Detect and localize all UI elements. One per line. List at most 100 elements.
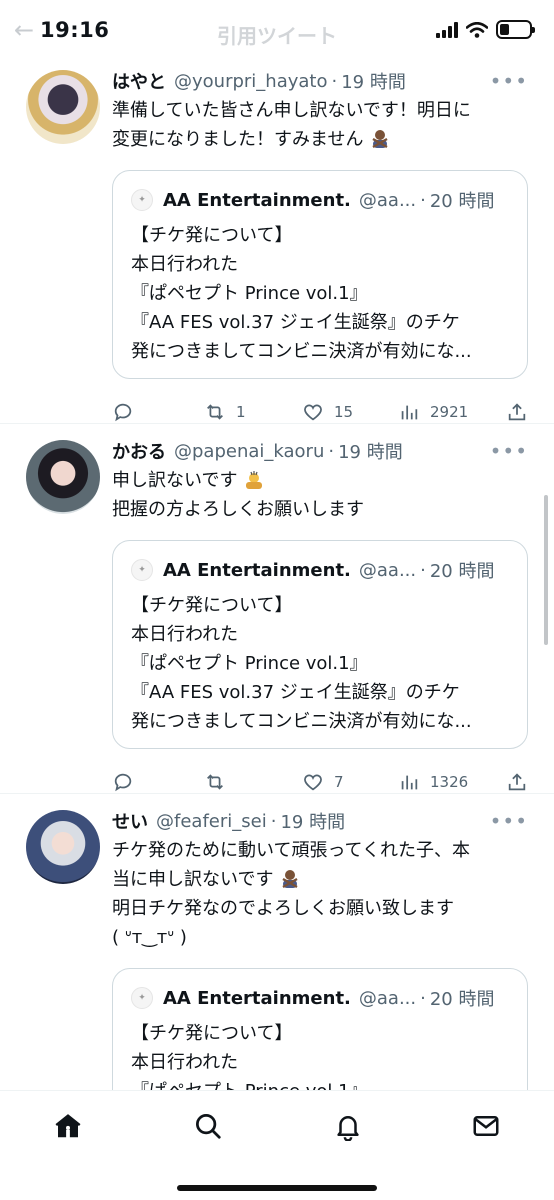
quoted-user-name: AA Entertainment. <box>163 559 351 581</box>
view-count: 2921 <box>430 403 469 421</box>
quoted-tweet[interactable]: ✦ AA Entertainment. @aa... · 20 時間 【チケ発に… <box>112 540 528 749</box>
heart-icon <box>304 404 322 421</box>
quote-tweet-feed[interactable]: はやと @yourpri_hayato · 19 時間 ••• 準備していた皆さ… <box>0 62 554 1090</box>
separator-dot: · <box>270 810 277 832</box>
like-button[interactable]: 15 <box>302 401 398 423</box>
wifi-icon <box>466 21 488 38</box>
separator-dot: · <box>331 70 338 92</box>
like-button[interactable]: 7 <box>302 771 398 793</box>
tweet-line: 明日チケ発なのでよろしくお願い致します <box>112 898 454 919</box>
retweet-icon <box>207 774 223 790</box>
more-icon[interactable]: ••• <box>490 69 528 93</box>
quoted-tweet[interactable]: ✦ AA Entertainment. @aa... · 20 時間 【チケ発に… <box>112 968 528 1090</box>
tab-search[interactable] <box>191 1109 225 1143</box>
tweet-text: 申し訳ないです 把握の方よろしくお願いします <box>112 466 532 524</box>
user-name[interactable]: はやと <box>112 68 166 94</box>
share-button[interactable] <box>506 401 528 423</box>
person-gesturing-no-emoji <box>282 870 298 889</box>
tweet[interactable]: せい @feaferi_sei · 19 時間 ••• チケ発のために動いて頑張… <box>0 794 554 1090</box>
more-icon[interactable]: ••• <box>490 809 528 833</box>
heart-icon <box>304 774 322 791</box>
share-icon <box>508 773 526 791</box>
retweet-icon <box>207 404 223 420</box>
avatar[interactable] <box>26 810 100 884</box>
messages-icon <box>473 1116 499 1136</box>
reply-icon <box>114 773 132 792</box>
tab-home[interactable] <box>51 1109 85 1143</box>
scrollbar[interactable] <box>544 495 548 645</box>
quoted-user-handle: @aa... <box>358 189 417 211</box>
quoted-line: 『AA FES vol.37 ジェイ生誕祭』のチケ <box>131 682 460 703</box>
tweet-text: 準備していた皆さん申し訳ないです！明日に 変更になりました！すみません <box>112 96 532 154</box>
quoted-line: 『ぱペセプト Prince vol.1』 <box>131 653 368 674</box>
quoted-line: 発につきましてコンビニ決済が有効にな... <box>131 341 472 362</box>
tab-messages[interactable] <box>469 1109 503 1143</box>
user-handle[interactable]: @feaferi_sei <box>156 811 267 832</box>
tweet-time[interactable]: 19 時間 <box>338 438 403 464</box>
views-icon <box>401 775 418 790</box>
quoted-tweet-text: 【チケ発について】 本日行われた 『ぱペセプト Prince vol.1』 『A… <box>131 221 509 366</box>
quoted-user-handle: @aa... <box>358 559 417 581</box>
reply-button[interactable] <box>112 771 204 793</box>
quoted-tweet-time: 20 時間 <box>429 191 495 212</box>
home-indicator <box>177 1185 377 1191</box>
account-logo-icon: ✦ <box>131 559 153 581</box>
reply-icon <box>114 403 132 422</box>
separator-dot: · <box>328 440 335 462</box>
quoted-line: 本日行われた <box>131 254 239 275</box>
retweet-count: 1 <box>236 403 246 421</box>
quoted-line: 【チケ発について】 <box>131 1023 293 1044</box>
quoted-tweet-text: 【チケ発について】 本日行われた 『ぱペセプト Prince vol.1』 『A… <box>131 591 509 736</box>
status-icons <box>436 20 535 39</box>
avatar[interactable] <box>26 440 100 514</box>
quoted-user-name: AA Entertainment. <box>163 987 351 1009</box>
views-icon <box>401 405 418 420</box>
tweet[interactable]: かおる @papenai_kaoru · 19 時間 ••• 申し訳ないです 把… <box>0 424 554 794</box>
like-count: 7 <box>334 773 344 791</box>
user-handle[interactable]: @yourpri_hayato <box>174 71 328 92</box>
account-logo-icon: ✦ <box>131 987 153 1009</box>
quoted-line: 『AA FES vol.37 ジェイ生誕祭』のチケ <box>131 312 460 333</box>
retweet-button[interactable] <box>204 771 302 793</box>
account-logo-icon: ✦ <box>131 189 153 211</box>
quoted-line: 【チケ発について】 <box>131 595 293 616</box>
person-gesturing-no-emoji <box>372 130 388 149</box>
signal-icon <box>436 21 458 38</box>
quoted-line: 【チケ発について】 <box>131 225 293 246</box>
tab-notifications[interactable] <box>331 1109 365 1143</box>
more-icon[interactable]: ••• <box>490 439 528 463</box>
reply-button[interactable] <box>112 401 204 423</box>
quoted-tweet-time: 20 時間 <box>429 989 495 1010</box>
bottom-tab-bar <box>0 1090 554 1200</box>
tweet-line: 申し訳ないです <box>112 470 238 491</box>
tweet-header: せい @feaferi_sei · 19 時間 ••• <box>112 806 532 836</box>
quoted-line: 『ぱペセプト Prince vol.1』 <box>131 1077 509 1090</box>
tweet-line: チケ発のために動いて頑張ってくれた子、本 <box>112 840 471 861</box>
user-name[interactable]: かおる <box>112 438 166 464</box>
search-icon <box>196 1114 221 1139</box>
share-icon <box>508 403 526 421</box>
tweet-line: 把握の方よろしくお願いします <box>112 499 364 520</box>
quoted-user-handle: @aa... <box>358 987 417 1009</box>
battery-icon <box>496 20 535 39</box>
tweet[interactable]: はやと @yourpri_hayato · 19 時間 ••• 準備していた皆さ… <box>0 62 554 424</box>
quoted-user-name: AA Entertainment. <box>163 189 351 211</box>
views-button[interactable]: 1326 <box>398 771 506 793</box>
share-button[interactable] <box>506 771 528 793</box>
view-count: 1326 <box>430 773 469 791</box>
status-bar: ← 引用ツイート 19:16 <box>0 0 554 62</box>
avatar[interactable] <box>26 70 100 144</box>
tweet-text: チケ発のために動いて頑張ってくれた子、本 当に申し訳ないです 明日チケ発なのでよ… <box>112 836 532 952</box>
user-handle[interactable]: @papenai_kaoru <box>174 441 324 462</box>
separator-dot: · <box>420 189 426 211</box>
tweet-time[interactable]: 19 時間 <box>280 808 345 834</box>
quoted-line: 本日行われた <box>131 624 239 645</box>
tweet-time[interactable]: 19 時間 <box>341 68 406 94</box>
views-button[interactable]: 2921 <box>398 401 506 423</box>
quoted-tweet[interactable]: ✦ AA Entertainment. @aa... · 20 時間 【チケ発に… <box>112 170 528 379</box>
retweet-button[interactable]: 1 <box>204 401 302 423</box>
tweet-line: 準備していた皆さん申し訳ないです！明日に <box>112 100 471 121</box>
quoted-tweet-time: 20 時間 <box>429 561 495 582</box>
quoted-tweet-header: ✦ AA Entertainment. @aa... · 20 時間 <box>131 555 509 585</box>
user-name[interactable]: せい <box>112 808 148 834</box>
